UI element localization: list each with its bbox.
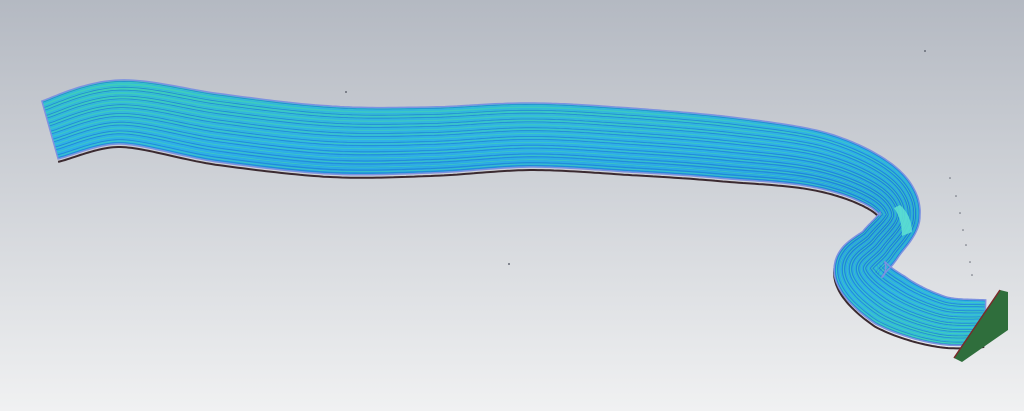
cad-viewport[interactable] — [0, 0, 1024, 411]
viewport-canvas[interactable] — [0, 0, 1024, 411]
